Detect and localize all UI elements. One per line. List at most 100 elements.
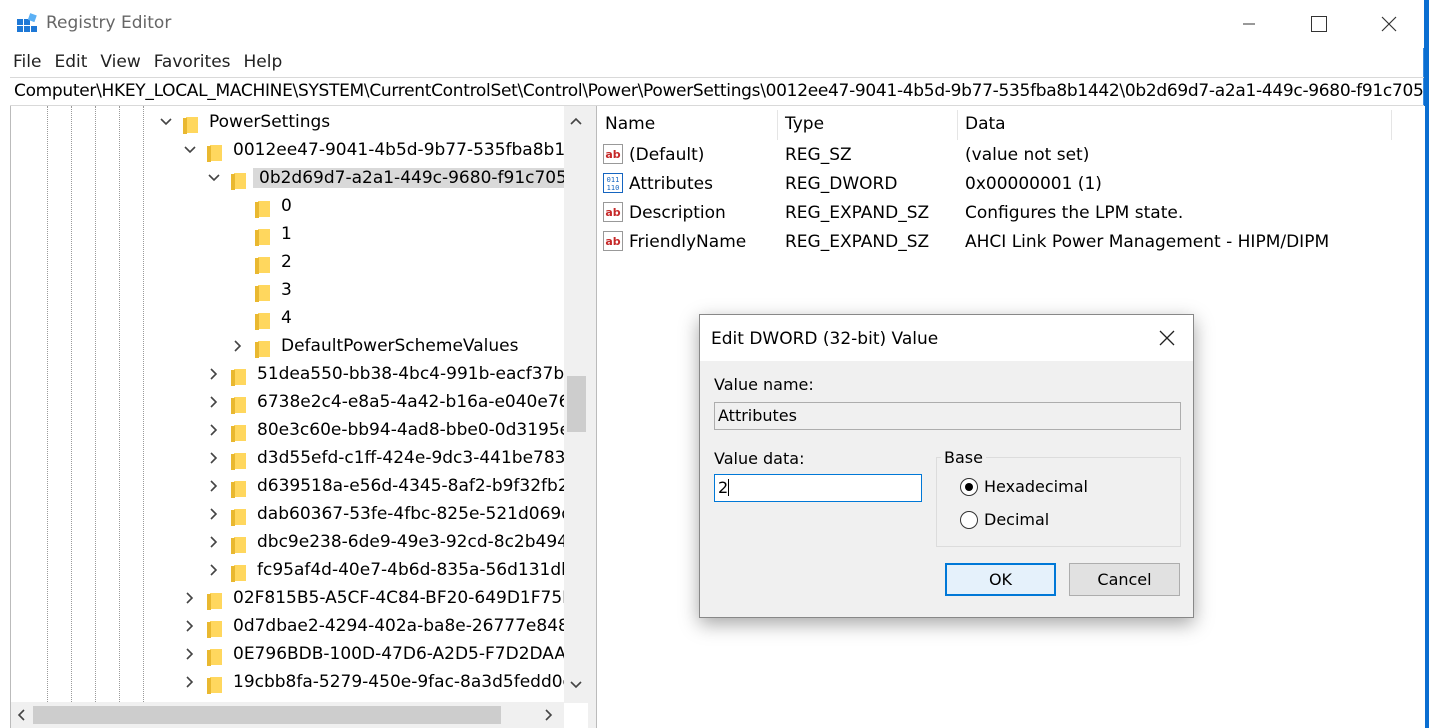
tree-vertical-scroll-thumb[interactable]: [567, 376, 586, 432]
tree-item[interactable]: 6738e2c4-e8a5-4a42-b16a-e040e769756e: [11, 389, 589, 417]
tree-item[interactable]: 02F815B5-A5CF-4C84-BF20-649D1F75D3D8: [11, 585, 589, 613]
folder-icon: [207, 593, 222, 610]
scroll-right-button[interactable]: [539, 704, 559, 726]
chevron-down-icon[interactable]: [207, 170, 221, 186]
title-bar[interactable]: Registry Editor: [0, 0, 1424, 48]
tree-item-label: d639518a-e56d-4345-8af2-b9f32fb26109: [257, 476, 589, 496]
scroll-left-button[interactable]: [11, 704, 31, 726]
tree-item-label: 0: [281, 196, 292, 216]
address-bar[interactable]: Computer\HKEY_LOCAL_MACHINE\SYSTEM\Curre…: [10, 77, 1424, 106]
scroll-down-button[interactable]: [564, 674, 588, 696]
tree-item[interactable]: dab60367-53fe-4fbc-825e-521d069d2456: [11, 501, 589, 529]
minimize-button[interactable]: [1214, 0, 1284, 48]
chevron-right-icon[interactable]: [207, 422, 221, 438]
scroll-up-button[interactable]: [564, 110, 588, 132]
tree-item[interactable]: PowerSettings: [11, 109, 589, 137]
decimal-radio[interactable]: [960, 511, 978, 529]
value-data: Configures the LPM state.: [965, 203, 1184, 223]
folder-icon: [255, 285, 270, 302]
pane-splitter[interactable]: [588, 106, 596, 728]
tree-item-label: 80e3c60e-bb94-4ad8-bbe0-0d3195efc663: [257, 420, 589, 440]
tree-item[interactable]: 4: [11, 305, 589, 333]
column-header-type[interactable]: Type: [785, 114, 824, 134]
value-row[interactable]: ab (Default) REG_SZ (value not set): [597, 141, 1425, 170]
tree-item[interactable]: 2: [11, 249, 589, 277]
folder-icon: [231, 537, 246, 554]
ok-button[interactable]: OK: [945, 563, 1056, 596]
tree-item[interactable]: 1: [11, 221, 589, 249]
tree-item[interactable]: dbc9e238-6de9-49e3-92cd-8c2b4946b472: [11, 529, 589, 557]
value-type: REG_EXPAND_SZ: [785, 203, 930, 223]
tree-item[interactable]: d639518a-e56d-4345-8af2-b9f32fb26109: [11, 473, 589, 501]
value-row[interactable]: ab FriendlyName REG_EXPAND_SZ AHCI Link Pow…: [597, 228, 1425, 257]
tree-item-label: 2: [281, 252, 292, 272]
chevron-down-icon: [570, 681, 582, 689]
tree-item[interactable]: d3d55efd-c1ff-424e-9dc3-441be7833010: [11, 445, 589, 473]
folder-icon: [231, 173, 246, 190]
column-header-name[interactable]: Name: [605, 114, 655, 134]
text-caret: [728, 479, 730, 496]
tree-item[interactable]: 51dea550-bb38-4bc4-991b-eacf37be5ec8: [11, 361, 589, 389]
chevron-right-icon[interactable]: [207, 394, 221, 410]
tree-item-label: PowerSettings: [209, 112, 331, 132]
address-path[interactable]: Computer\HKEY_LOCAL_MACHINE\SYSTEM\Curre…: [14, 81, 1424, 101]
tree-item[interactable]: 80e3c60e-bb94-4ad8-bbe0-0d3195efc663: [11, 417, 589, 445]
chevron-right-icon[interactable]: [183, 618, 197, 634]
key-tree[interactable]: PowerSettings 0012ee47-9041-4b5d-9b77-535…: [10, 106, 589, 728]
tree-item[interactable]: 19cbb8fa-5279-450e-9fac-8a3d5fedd0c1: [11, 669, 589, 697]
chevron-right-icon[interactable]: [207, 562, 221, 578]
tree-item[interactable]: 0: [11, 193, 589, 221]
tree-horizontal-scroll-thumb[interactable]: [33, 706, 501, 724]
radio-selected-dot: [965, 483, 973, 491]
tree-item-label: 0012ee47-9041-4b5d-9b77-535fba8b1442: [233, 140, 589, 160]
string-value-icon: ab: [603, 202, 623, 222]
chevron-right-icon[interactable]: [183, 674, 197, 690]
decimal-label[interactable]: Decimal: [984, 510, 1049, 529]
chevron-right-icon[interactable]: [207, 534, 221, 550]
menu-file[interactable]: File: [0, 48, 41, 76]
binary-value-icon: 011110: [603, 173, 623, 193]
chevron-right-icon[interactable]: [207, 506, 221, 522]
tree-item[interactable]: 0E796BDB-100D-47D6-A2D5-F7D2DAA51F51: [11, 641, 589, 669]
tree-item-label: dbc9e238-6de9-49e3-92cd-8c2b4946b472: [257, 532, 589, 552]
chevron-right-icon[interactable]: [207, 478, 221, 494]
chevron-down-icon[interactable]: [183, 142, 197, 158]
chevron-right-icon[interactable]: [231, 338, 245, 354]
dialog-title-bar[interactable]: Edit DWORD (32-bit) Value: [700, 315, 1193, 361]
chevron-right-icon[interactable]: [183, 646, 197, 662]
value-data: AHCI Link Power Management - HIPM/DIPM: [965, 232, 1330, 252]
menu-edit[interactable]: Edit: [40, 48, 87, 76]
value-row[interactable]: 011 110 Attributes REG_DWORD 0x00000001 (1): [597, 170, 1425, 199]
tree-item[interactable]: 0012ee47-9041-4b5d-9b77-535fba8b1442: [11, 137, 589, 165]
menu-help[interactable]: Help: [230, 48, 283, 76]
value-data-input[interactable]: 2: [714, 474, 922, 502]
cancel-button[interactable]: Cancel: [1069, 563, 1180, 596]
column-divider[interactable]: [957, 110, 958, 140]
folder-icon: [231, 565, 246, 582]
menu-view[interactable]: View: [86, 48, 140, 76]
value-name: Description: [629, 203, 726, 223]
column-header-data[interactable]: Data: [965, 114, 1006, 134]
dialog-close-button[interactable]: [1152, 325, 1182, 351]
tree-item[interactable]: 3: [11, 277, 589, 305]
maximize-button[interactable]: [1284, 0, 1354, 48]
registry-editor-icon: [17, 13, 37, 32]
column-divider[interactable]: [777, 110, 778, 140]
tree-item-label: 19cbb8fa-5279-450e-9fac-8a3d5fedd0c1: [233, 672, 583, 692]
chevron-up-icon: [570, 117, 582, 125]
tree-item[interactable]: fc95af4d-40e7-4b6d-835a-56d131dbc80e: [11, 557, 589, 585]
value-row[interactable]: ab Description REG_EXPAND_SZ Configures the…: [597, 199, 1425, 228]
close-button[interactable]: [1354, 0, 1424, 48]
chevron-right-icon[interactable]: [183, 590, 197, 606]
chevron-right-icon[interactable]: [207, 450, 221, 466]
tree-item[interactable]: 0d7dbae2-4294-402a-ba8e-26777e8488cd: [11, 613, 589, 641]
tree-item[interactable]: 0b2d69d7-a2a1-449c-9680-f91c70521c60: [11, 165, 589, 193]
tree-item[interactable]: DefaultPowerSchemeValues: [11, 333, 589, 361]
chevron-down-icon[interactable]: [159, 114, 173, 130]
chevron-right-icon[interactable]: [207, 366, 221, 382]
hexadecimal-radio[interactable]: [960, 478, 978, 496]
folder-icon: [231, 369, 246, 386]
menu-favorites[interactable]: Favorites: [140, 48, 231, 76]
column-divider[interactable]: [1391, 110, 1392, 140]
hexadecimal-label[interactable]: Hexadecimal: [984, 477, 1088, 496]
